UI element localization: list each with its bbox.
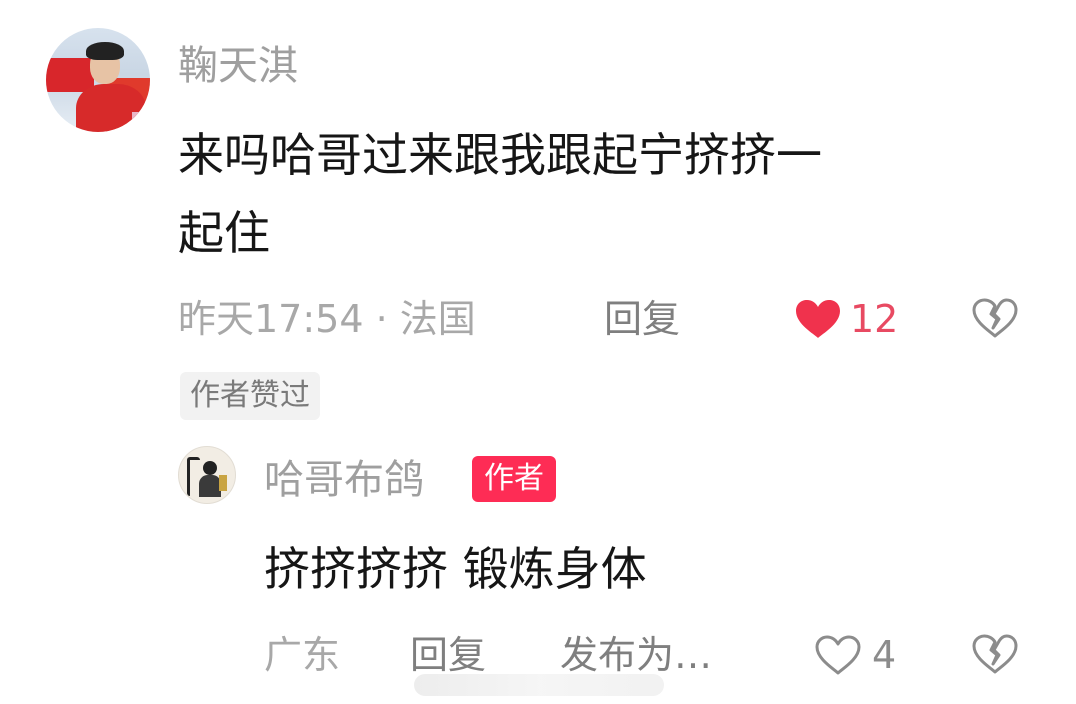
broken-heart-icon[interactable]	[972, 298, 1018, 338]
heart-filled-icon[interactable]	[794, 298, 842, 340]
comment-username[interactable]: 鞠天淇	[178, 42, 298, 90]
author-badge: 作者	[472, 456, 556, 502]
watermark-strip	[414, 674, 664, 696]
reply-username[interactable]: 哈哥布鸽	[264, 456, 424, 504]
avatar-shirt-shape	[132, 112, 146, 132]
reply-button[interactable]: 回复	[410, 630, 486, 680]
like-count: 4	[872, 633, 897, 677]
reply-button[interactable]: 回复	[604, 294, 680, 344]
avatar-accent-shape	[219, 475, 227, 491]
like-count: 12	[850, 297, 899, 341]
avatar-body-shape	[199, 475, 221, 497]
publish-as-button[interactable]: 发布为…	[560, 630, 712, 680]
avatar-head-shape	[203, 461, 217, 475]
avatar[interactable]	[46, 28, 150, 132]
broken-heart-icon[interactable]	[972, 634, 1018, 674]
avatar-hair-shape	[86, 42, 124, 60]
comment-text-line-1: 来吗哈哥过来跟我跟起宁挤挤一	[178, 128, 822, 182]
comment-text-line-2: 起住	[178, 206, 270, 260]
avatar[interactable]	[178, 446, 236, 504]
heart-outline-icon[interactable]	[814, 634, 862, 676]
reply-location: 广东	[264, 633, 341, 677]
avatar-flag-shape	[46, 58, 94, 92]
author-liked-badge: 作者赞过	[180, 372, 320, 420]
reply-text: 挤挤挤挤 锻炼身体	[264, 542, 647, 596]
comment-meta: 昨天17:54 · 法国	[178, 297, 476, 341]
